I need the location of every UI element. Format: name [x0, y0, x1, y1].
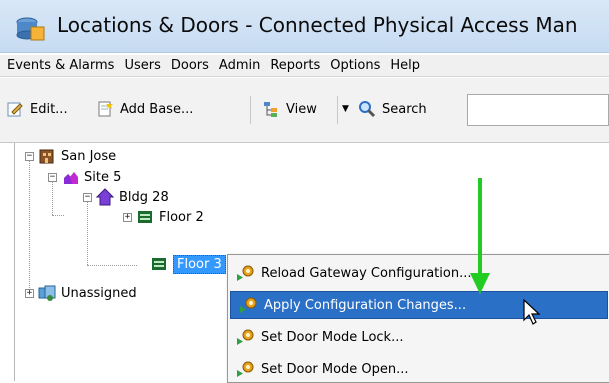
site-icon: [64, 172, 78, 184]
app-database-icon: [16, 17, 45, 41]
toolbar: Edit... Add Base... View ▼ Search: [0, 78, 609, 143]
gear-run-icon: [237, 361, 254, 377]
view-dropdown[interactable]: ▼: [342, 98, 349, 120]
tree-node-label: Floor 2: [159, 209, 204, 225]
menu-item-set-door-mode-open[interactable]: Set Door Mode Open...: [228, 355, 606, 383]
menu-events-alarms[interactable]: Events & Alarms: [7, 58, 114, 73]
menu-reports[interactable]: Reports: [270, 58, 320, 73]
unassigned-icon: [38, 285, 56, 301]
menu-help[interactable]: Help: [390, 58, 420, 73]
chevron-down-icon: ▼: [342, 104, 349, 114]
context-menu: Reload Gateway Configuration... Apply Co…: [227, 254, 609, 383]
tree-node-floor-2[interactable]: + Floor 2: [123, 207, 204, 227]
view-button[interactable]: View: [262, 98, 317, 120]
search-button[interactable]: Search: [358, 98, 427, 120]
toolbar-separator: [250, 96, 251, 124]
edit-button[interactable]: Edit...: [6, 98, 68, 120]
menu-item-reload-gateway-configuration[interactable]: Reload Gateway Configuration...: [228, 259, 606, 287]
search-input[interactable]: [467, 94, 609, 126]
tree-view-icon: [264, 102, 277, 117]
menu-item-label: Set Door Mode Lock...: [261, 329, 404, 345]
menu-bar: Events & Alarms Users Doors Admin Report…: [0, 55, 609, 77]
floor-icon: [152, 258, 166, 270]
tree-node-bldg-28[interactable]: − Bldg 28: [83, 187, 169, 207]
collapse-icon[interactable]: −: [83, 192, 92, 202]
tree-connector: [52, 215, 64, 216]
search-icon: [359, 101, 376, 118]
mouse-cursor-icon: [523, 299, 541, 325]
tree-connector: [87, 201, 88, 265]
collapse-icon[interactable]: −: [48, 172, 57, 182]
menu-item-label: Set Door Mode Open...: [261, 361, 409, 377]
collapse-icon[interactable]: −: [25, 151, 34, 161]
gear-run-icon: [237, 265, 254, 281]
tree-node-floor-3[interactable]: Floor 3: [150, 254, 226, 274]
add-base-label: Add Base...: [120, 101, 194, 117]
building-brown-icon: [39, 149, 54, 164]
menu-admin[interactable]: Admin: [219, 58, 260, 73]
edit-label: Edit...: [30, 101, 68, 117]
menu-users[interactable]: Users: [124, 58, 160, 73]
add-base-button[interactable]: Add Base...: [96, 98, 193, 120]
menu-item-label: Apply Configuration Changes...: [264, 297, 467, 313]
tree-connector: [29, 160, 30, 296]
view-label: View: [286, 101, 317, 117]
window-title: Locations & Doors - Connected Physical A…: [57, 13, 578, 37]
house-icon: [96, 188, 114, 206]
tree-node-label: San Jose: [61, 148, 117, 164]
menu-options[interactable]: Options: [330, 58, 380, 73]
green-arrow-annotation: [470, 178, 490, 294]
title-bar: Locations & Doors - Connected Physical A…: [0, 0, 609, 53]
menu-doors[interactable]: Doors: [171, 58, 209, 73]
tree-node-san-jose[interactable]: − San Jose: [25, 146, 116, 166]
tree-node-label: Site 5: [84, 169, 122, 185]
gear-run-icon: [237, 329, 254, 345]
tree-node-unassigned[interactable]: + Unassigned: [25, 283, 137, 303]
tree-node-label: Floor 3: [173, 254, 226, 274]
tree-node-label: Bldg 28: [119, 189, 169, 205]
menu-item-set-door-mode-lock[interactable]: Set Door Mode Lock...: [228, 323, 606, 351]
tree-connector: [87, 265, 137, 266]
tree-node-label: Unassigned: [61, 285, 137, 301]
expand-icon[interactable]: +: [25, 288, 34, 298]
search-label: Search: [382, 101, 427, 117]
expand-icon[interactable]: +: [123, 212, 132, 222]
add-document-icon: [98, 101, 113, 117]
menu-item-label: Reload Gateway Configuration...: [261, 265, 472, 281]
tree-node-site-5[interactable]: − Site 5: [48, 167, 121, 187]
edit-icon: [7, 102, 23, 117]
menu-item-apply-configuration-changes[interactable]: Apply Configuration Changes...: [230, 291, 608, 319]
gear-run-icon: [240, 297, 257, 313]
floor-icon: [138, 211, 152, 223]
toolbar-separator: [337, 96, 338, 124]
